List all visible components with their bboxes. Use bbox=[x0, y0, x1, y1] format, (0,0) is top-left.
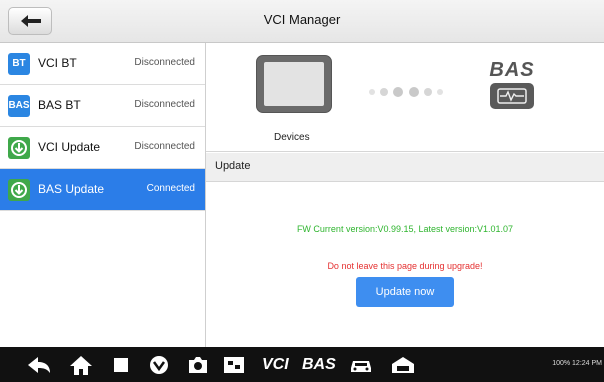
bas-shortcut[interactable]: BAS bbox=[302, 356, 336, 374]
browser-icon[interactable] bbox=[148, 354, 170, 376]
back-icon[interactable] bbox=[26, 354, 52, 376]
sidebar-item-label: VCI BT bbox=[38, 56, 77, 70]
camera-icon[interactable] bbox=[186, 354, 210, 376]
sidebar-item-bas-update[interactable]: BAS Update Connected bbox=[0, 169, 205, 211]
download-icon bbox=[8, 179, 30, 201]
bluetooth-badge-icon: BT bbox=[8, 53, 30, 75]
sidebar-item-vci-update[interactable]: VCI Update Disconnected bbox=[0, 127, 205, 169]
sidebar-item-vci-bt[interactable]: BT VCI BT Disconnected bbox=[0, 43, 205, 85]
screen-capture-icon[interactable] bbox=[222, 354, 246, 376]
sidebar-item-bas-bt[interactable]: BAS BAS BT Disconnected bbox=[0, 85, 205, 127]
home-icon[interactable] bbox=[68, 354, 94, 376]
update-now-button[interactable]: Update now bbox=[356, 277, 454, 307]
status-bar-indicators: 100% 12:24 PM bbox=[552, 360, 602, 367]
connection-status: Disconnected bbox=[134, 57, 195, 68]
battery-tester-icon: BAS bbox=[482, 59, 542, 115]
recent-apps-icon[interactable] bbox=[110, 354, 132, 376]
update-section-title: Update bbox=[215, 160, 251, 172]
download-icon bbox=[8, 137, 30, 159]
sidebar: BT VCI BT Disconnected BAS BAS BT Discon… bbox=[0, 43, 206, 347]
warning-text: Do not leave this page during upgrade! bbox=[327, 261, 483, 271]
firmware-version-text: FW Current version:V0.99.15, Latest vers… bbox=[296, 224, 514, 234]
page-title: VCI Manager bbox=[263, 12, 341, 27]
vci-shortcut[interactable]: VCI bbox=[262, 356, 289, 374]
connection-status: Disconnected bbox=[134, 99, 195, 110]
car-icon[interactable] bbox=[348, 354, 374, 376]
device-connection-diagram: Devices BAS bbox=[206, 43, 604, 152]
tablet-device-icon bbox=[256, 55, 332, 113]
sidebar-item-label: BAS Update bbox=[38, 182, 105, 196]
system-taskbar: VCI BAS 100% 12:24 PM bbox=[0, 347, 604, 382]
connection-status: Disconnected bbox=[134, 141, 195, 152]
bas-logo-text: BAS bbox=[489, 59, 535, 81]
devices-label: Devices bbox=[274, 132, 310, 143]
sidebar-item-label: VCI Update bbox=[38, 140, 101, 154]
sidebar-item-label: BAS BT bbox=[38, 98, 81, 112]
title-bar: VCI Manager bbox=[0, 0, 604, 43]
connection-status: Connected bbox=[146, 183, 195, 194]
update-section-header: Update bbox=[206, 153, 604, 182]
main-panel: Devices BAS Update FW Current version:V0… bbox=[206, 43, 604, 347]
service-shop-icon[interactable] bbox=[390, 354, 416, 376]
bas-badge-icon: BAS bbox=[8, 95, 30, 117]
connection-link-icon bbox=[369, 87, 443, 97]
